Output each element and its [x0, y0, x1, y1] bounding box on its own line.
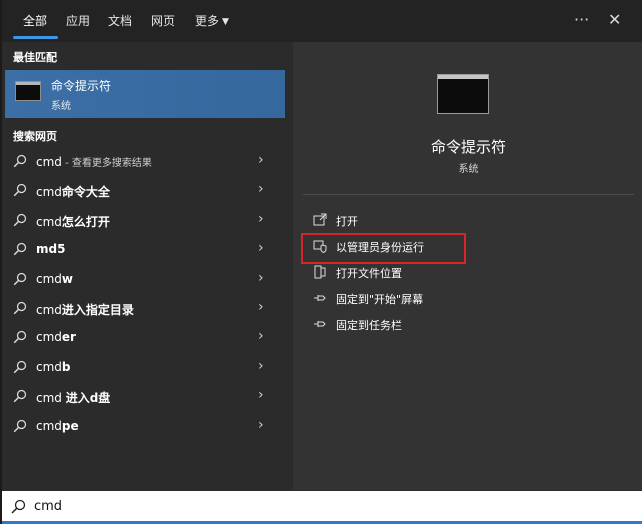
search-icon [13, 390, 27, 403]
detail-title: 命令提示符 [430, 138, 506, 156]
start-search-window: 全部 应用 文档 网页 更多 ▼ ··· ✕ 最佳匹配 命令提示符 系统 搜索网页… [0, 0, 642, 524]
web-result-query: cmd [36, 155, 62, 169]
web-result-query: cmd [36, 303, 62, 317]
web-result-item[interactable]: cmder › [5, 324, 285, 353]
search-icon [13, 184, 27, 197]
web-result-query: cmd [36, 271, 62, 286]
action-pin-to-start[interactable]: 固定到"开始"屏幕 [313, 290, 513, 308]
web-result-label: cmdb [36, 360, 71, 374]
web-result-label: cmdpe [36, 419, 79, 433]
web-result-label: cmd进入指定目录 [36, 301, 134, 318]
search-icon [11, 499, 26, 514]
web-result-suggestion: 进入d盘 [65, 391, 111, 406]
web-result-label: cmd 进入d盘 [36, 389, 110, 406]
web-result-query: cmd [36, 391, 66, 406]
action-open-file-location[interactable]: 打开文件位置 [313, 264, 513, 282]
close-icon[interactable]: ✕ [608, 10, 621, 29]
search-icon [13, 301, 27, 315]
web-result-suggestion: md5 [36, 242, 66, 257]
web-result-query: cmd [36, 185, 62, 200]
open-icon [313, 213, 327, 226]
web-result-suggestion: er [61, 330, 76, 345]
pin-icon [314, 295, 326, 301]
web-result-query: cmd [36, 418, 62, 433]
chevron-right-icon[interactable]: › [258, 299, 264, 315]
web-result-label: cmd怎么打开 [36, 213, 110, 230]
web-result-hint: - 查看更多搜索结果 [61, 158, 152, 169]
more-options-icon[interactable]: ··· [574, 10, 589, 29]
web-result-query: cmd [36, 214, 62, 229]
search-icon [13, 360, 27, 374]
action-open-label: 打开 [336, 215, 358, 228]
web-result-label: cmdw [36, 272, 73, 286]
web-result-label: cmder [36, 330, 76, 344]
web-result-suggestion: 进入指定目录 [61, 303, 134, 317]
tab-more-label: 更多 [195, 14, 220, 28]
chevron-right-icon[interactable]: › [258, 152, 264, 168]
best-match-heading: 最佳匹配 [13, 51, 57, 64]
search-icon [13, 243, 27, 256]
action-open[interactable]: 打开 [313, 212, 513, 230]
web-result-suggestion: 怎么打开 [61, 214, 110, 229]
results-panel: 最佳匹配 命令提示符 系统 搜索网页 cmd - 查看更多搜索结果 › cmd命令大… [2, 42, 285, 490]
web-result-item[interactable]: cmd命令大全 › [5, 177, 285, 206]
active-tab-indicator [13, 36, 58, 39]
search-input[interactable] [34, 495, 614, 517]
web-result-label: cmd - 查看更多搜索结果 [36, 154, 152, 169]
pin-icon [314, 321, 326, 327]
best-match-item[interactable]: 命令提示符 系统 [5, 70, 285, 118]
chevron-right-icon[interactable]: › [258, 328, 264, 344]
best-match-subtitle: 系统 [51, 101, 71, 112]
top-tab-bar: 全部 应用 文档 网页 更多 ▼ ··· ✕ [2, 0, 642, 42]
chevron-right-icon[interactable]: › [258, 211, 264, 227]
detail-subtitle: 系统 [458, 164, 479, 175]
web-result-item[interactable]: cmd怎么打开 › [5, 207, 285, 236]
web-result-suggestion: w [61, 271, 73, 286]
web-result-query: cmd [36, 330, 62, 345]
tab-web[interactable]: 网页 [151, 12, 175, 29]
tab-documents[interactable]: 文档 [108, 12, 132, 29]
chevron-right-icon[interactable]: › [258, 240, 264, 256]
web-search-heading: 搜索网页 [13, 130, 57, 143]
web-result-label: cmd命令大全 [36, 183, 110, 200]
search-icon [13, 213, 27, 227]
action-pin-to-taskbar-label: 固定到任务栏 [336, 319, 402, 332]
web-result-query: cmd [36, 359, 62, 374]
chevron-down-icon: ▼ [222, 17, 229, 27]
tab-apps[interactable]: 应用 [66, 12, 90, 29]
web-result-suggestion: pe [61, 418, 79, 433]
chevron-right-icon[interactable]: › [258, 181, 264, 197]
action-pin-to-taskbar[interactable]: 固定到任务栏 [313, 316, 513, 334]
chevron-right-icon[interactable]: › [258, 417, 264, 433]
highlight-annotation-box [301, 233, 466, 264]
detail-divider [303, 194, 634, 195]
search-icon [13, 419, 27, 432]
web-result-suggestion: 命令大全 [61, 185, 110, 200]
web-result-label: md5 [36, 242, 65, 256]
web-result-item[interactable]: cmdb › [5, 354, 285, 383]
web-result-item[interactable]: cmdw › [5, 266, 285, 295]
action-open-file-location-label: 打开文件位置 [336, 267, 402, 280]
search-icon [13, 331, 27, 344]
search-icon [13, 154, 27, 168]
chevron-right-icon[interactable]: › [258, 387, 264, 403]
web-result-suggestion: b [61, 359, 71, 374]
tab-more[interactable]: 更多 ▼ [195, 12, 229, 29]
web-result-item[interactable]: cmd 进入d盘 › [5, 383, 285, 412]
chevron-right-icon[interactable]: › [258, 270, 264, 286]
web-result-item[interactable]: cmdpe › [5, 413, 285, 442]
web-result-item[interactable]: cmd进入指定目录 › [5, 295, 285, 324]
command-prompt-large-icon [437, 74, 489, 114]
action-pin-to-start-label: 固定到"开始"屏幕 [336, 293, 424, 306]
search-icon [13, 272, 27, 285]
folder-icon [314, 265, 326, 279]
web-result-item[interactable]: cmd - 查看更多搜索结果 › [5, 148, 285, 177]
tab-all[interactable]: 全部 [23, 12, 47, 29]
search-bar [2, 491, 642, 524]
detail-panel: 命令提示符 系统 打开 以管理员身份运行 打开文件位置 固定到"开始"屏幕 固定… [293, 42, 642, 490]
best-match-title: 命令提示符 [51, 79, 112, 93]
web-result-item[interactable]: md5 › [5, 236, 285, 265]
command-prompt-icon [15, 81, 41, 101]
chevron-right-icon[interactable]: › [258, 358, 264, 374]
